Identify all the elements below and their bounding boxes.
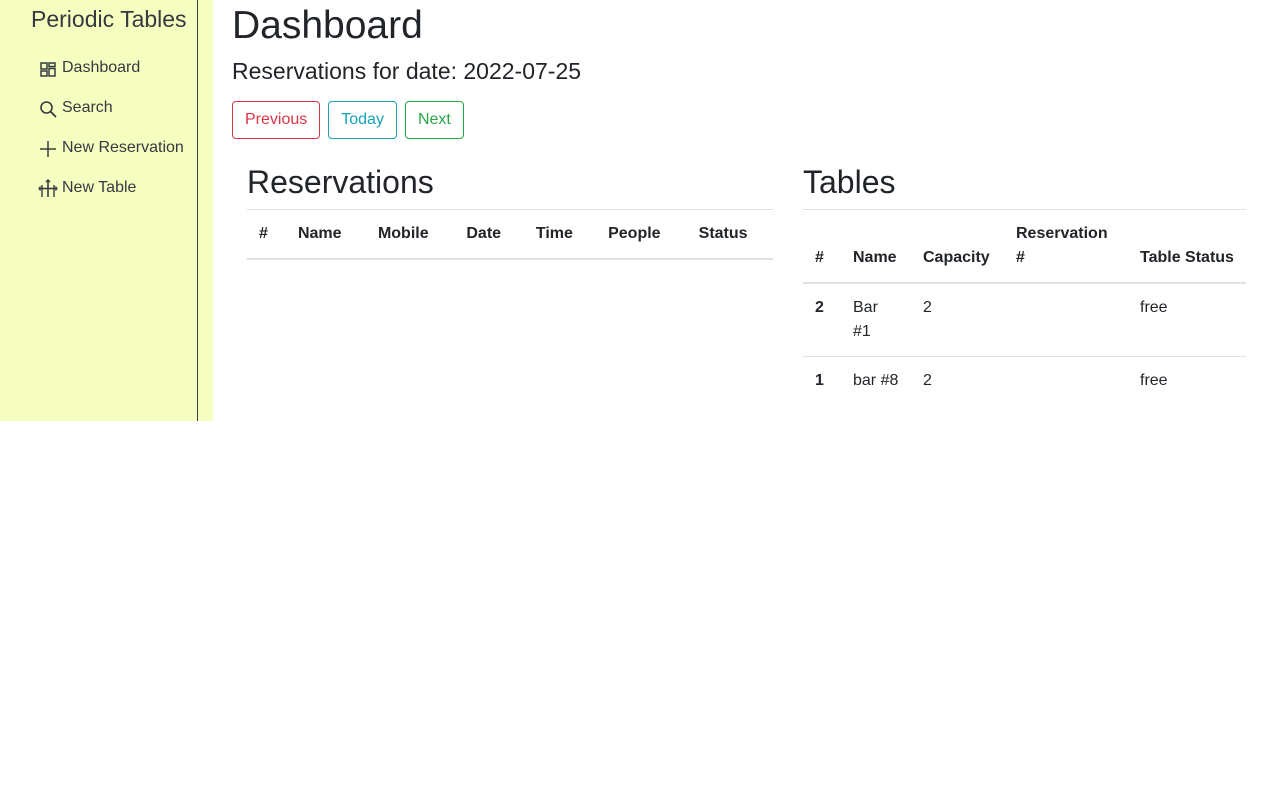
column-header: Name [285,210,366,260]
sidebar-item-label: Dashboard [62,59,141,76]
sidebar-item-label: New Table [62,179,137,196]
sidebar-item-label: New Reservation [62,139,184,156]
table-capacity-cell: 2 [923,299,932,316]
sidebar-item-new-table[interactable]: New Table [38,176,184,200]
table-id-cell: 2 [815,299,824,316]
column-header: Status [686,210,773,260]
dashboard-icon [38,58,58,78]
table-row: 1 bar #8 2 free [803,356,1246,405]
sidebar-item-new-reservation[interactable]: New Reservation [38,136,184,160]
column-header: Date [454,210,524,260]
app-layout: Periodic Tables Dashboard Search New Res… [0,0,1280,800]
tables-title: Tables [803,163,1246,210]
table-status-cell: free [1140,299,1168,316]
table-header-row: # Name Mobile Date Time People Status [247,210,773,260]
sidebar-nav: Dashboard Search New Reservation New Tab… [38,56,184,216]
column-header: Mobile [365,210,455,260]
column-header: Time [523,210,597,260]
today-button[interactable]: Today [328,101,397,139]
column-header: Table Status [1128,210,1246,284]
column-header: # [247,210,286,260]
sidebar-item-search[interactable]: Search [38,96,184,120]
previous-button[interactable]: Previous [232,101,321,139]
column-header: People [596,210,687,260]
table-row: 2 Bar #1 2 free [803,283,1246,357]
page-title: Dashboard [232,4,423,47]
table-id-cell: 1 [803,356,841,405]
brand-title[interactable]: Periodic Tables [31,6,187,33]
tables-body: 2 Bar #1 2 free 1 bar #8 2 free [803,283,1246,405]
table-header-row: # Name Capacity Reservation # Table Stat… [803,210,1246,284]
column-header: # [803,210,841,284]
reservation-date-heading: Reservations for date: 2022-07-25 [232,58,582,84]
column-header: Name [841,210,911,284]
column-header: Capacity [911,210,1004,284]
table-name-cell: bar #8 [841,356,911,405]
tables-table: # Name Capacity Reservation # Table Stat… [803,210,1246,405]
sidebar-divider [197,0,198,421]
column-header: Reservation # [1004,210,1128,284]
table-name-cell: Bar #1 [853,299,878,340]
table-reservation-cell [1004,283,1128,357]
date-navigation: Previous Today Next [232,101,464,139]
table-capacity-cell: 2 [911,356,1004,405]
table-status-cell: free [1128,356,1246,405]
table-reservation-cell [1004,356,1128,405]
sidebar: Periodic Tables Dashboard Search New Res… [0,0,213,421]
reservations-table: # Name Mobile Date Time People Status [247,210,773,260]
sidebar-item-label: Search [62,99,113,116]
sidebar-item-dashboard[interactable]: Dashboard [38,56,184,80]
tables-panel: Tables # Name Capacity Reservation # Tab… [803,163,1246,405]
plus-icon [38,138,58,158]
next-button[interactable]: Next [404,101,464,139]
reservations-title: Reservations [247,163,773,210]
reservations-panel: Reservations # Name Mobile Date Time Peo… [247,163,773,260]
table-icon [38,178,58,198]
search-icon [38,98,58,118]
